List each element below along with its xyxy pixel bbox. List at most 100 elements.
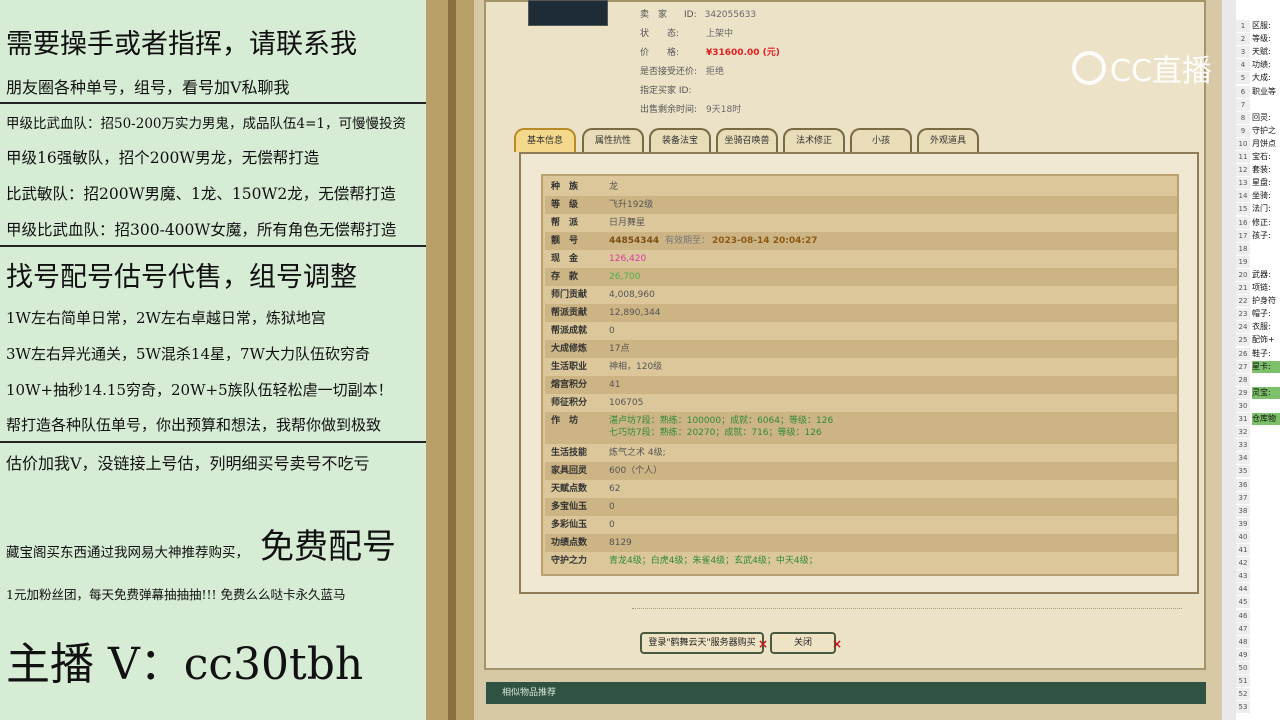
sheet-row-number[interactable]: 27 <box>1236 360 1250 373</box>
sheet-row-number[interactable]: 31 <box>1236 413 1250 425</box>
sheet-row-number[interactable]: 50 <box>1236 661 1250 674</box>
sheet-row-number[interactable]: 11 <box>1236 151 1250 163</box>
sheet-row-number[interactable]: 2 <box>1236 33 1250 46</box>
sheet-cell[interactable] <box>1252 492 1280 504</box>
sheet-row-number[interactable]: 46 <box>1236 609 1250 622</box>
sheet-cell[interactable] <box>1252 662 1280 674</box>
sheet-cell[interactable]: 帽子: <box>1252 308 1280 320</box>
sheet-cell[interactable] <box>1252 557 1280 569</box>
sheet-cell[interactable]: 项链: <box>1252 282 1280 294</box>
sheet-row-number[interactable]: 16 <box>1236 216 1250 229</box>
tab-basic-info[interactable]: 基本信息 <box>514 128 576 152</box>
sheet-cell[interactable] <box>1252 505 1280 517</box>
sheet-row-number[interactable]: 8 <box>1236 111 1250 124</box>
sheet-row-number[interactable]: 30 <box>1236 399 1250 412</box>
sheet-cell[interactable] <box>1252 518 1280 530</box>
sheet-row-number[interactable]: 52 <box>1236 688 1250 701</box>
sheet-row-number[interactable]: 44 <box>1236 583 1250 596</box>
sheet-cell[interactable] <box>1252 374 1280 386</box>
sheet-cell[interactable] <box>1252 452 1280 464</box>
sheet-row-number[interactable]: 5 <box>1236 72 1250 85</box>
sheet-cell[interactable] <box>1252 439 1280 451</box>
sheet-cell[interactable] <box>1252 596 1280 608</box>
sheet-row-number[interactable]: 20 <box>1236 268 1250 281</box>
sheet-cell[interactable] <box>1252 256 1280 268</box>
sheet-cell[interactable]: 仓库物 <box>1252 413 1280 425</box>
sheet-cell[interactable]: 配饰+ <box>1252 334 1280 346</box>
sheet-row-number[interactable]: 51 <box>1236 675 1250 687</box>
sheet-cell[interactable]: 天赋: <box>1252 46 1280 58</box>
sheet-cell[interactable] <box>1252 675 1280 687</box>
sheet-cell[interactable]: 坐骑: <box>1252 190 1280 202</box>
sheet-row-number[interactable]: 19 <box>1236 255 1250 268</box>
sheet-cell[interactable] <box>1252 99 1280 111</box>
sheet-row-number[interactable]: 41 <box>1236 544 1250 556</box>
sheet-cell[interactable] <box>1252 531 1280 543</box>
tab-attributes[interactable]: 属性抗性 <box>582 128 644 152</box>
sheet-cell[interactable]: 回灵: <box>1252 112 1280 124</box>
sheet-row-number[interactable]: 6 <box>1236 85 1250 98</box>
sheet-row-number[interactable]: 39 <box>1236 517 1250 530</box>
sheet-cell[interactable]: 月饼点 <box>1252 138 1280 150</box>
tab-children[interactable]: 小孩 <box>850 128 912 152</box>
sheet-row-number[interactable]: 23 <box>1236 308 1250 321</box>
sheet-cell[interactable]: 功绩: <box>1252 59 1280 71</box>
sheet-cell[interactable] <box>1252 544 1280 556</box>
sheet-cell[interactable]: 孩子: <box>1252 230 1280 242</box>
sheet-row-number[interactable]: 33 <box>1236 439 1250 452</box>
sheet-cell[interactable]: 灵宝: <box>1252 386 1280 399</box>
sheet-row-number[interactable]: 13 <box>1236 177 1250 190</box>
sheet-cell[interactable] <box>1252 570 1280 582</box>
sheet-cell[interactable] <box>1252 583 1280 595</box>
sheet-row-number[interactable]: 18 <box>1236 242 1250 255</box>
sheet-cell[interactable] <box>1252 465 1280 477</box>
sheet-cell[interactable]: 大成: <box>1252 72 1280 84</box>
sheet-row-number[interactable]: 14 <box>1236 190 1250 203</box>
sheet-cell[interactable] <box>1252 688 1280 700</box>
sheet-cell[interactable]: 套装: <box>1252 164 1280 176</box>
tab-equipment[interactable]: 装备法宝 <box>649 128 711 152</box>
sheet-row-number[interactable]: 17 <box>1236 229 1250 242</box>
sheet-row-number[interactable]: 29 <box>1236 386 1250 399</box>
close-button[interactable]: 关闭 <box>770 632 836 654</box>
sheet-row-number[interactable]: 38 <box>1236 504 1250 517</box>
sheet-row-number[interactable]: 45 <box>1236 596 1250 609</box>
sheet-row-number[interactable]: 47 <box>1236 622 1250 635</box>
sheet-row-number[interactable]: 10 <box>1236 137 1250 150</box>
sheet-row-number[interactable]: 48 <box>1236 635 1250 648</box>
sheet-row-number[interactable]: 34 <box>1236 452 1250 465</box>
sheet-cell[interactable]: 星卡: <box>1252 360 1280 373</box>
sheet-row-number[interactable]: 35 <box>1236 465 1250 478</box>
sheet-row-number[interactable]: 22 <box>1236 295 1250 308</box>
sheet-cell[interactable]: 武器: <box>1252 269 1280 281</box>
sheet-cell[interactable]: 护身符 <box>1252 295 1280 307</box>
sheet-row-number[interactable]: 12 <box>1236 164 1250 177</box>
sheet-row-number[interactable]: 1 <box>1236 20 1250 32</box>
sheet-cell[interactable]: 职业等 <box>1252 86 1280 98</box>
sheet-cell[interactable]: 守护之 <box>1252 125 1280 137</box>
sheet-row-number[interactable]: 15 <box>1236 203 1250 216</box>
sheet-cell[interactable] <box>1252 649 1280 661</box>
sheet-row-number[interactable]: 25 <box>1236 334 1250 347</box>
sheet-row-number[interactable]: 43 <box>1236 570 1250 583</box>
sheet-cell[interactable]: 等级: <box>1252 33 1280 45</box>
tab-spell-mods[interactable]: 法术修正 <box>783 128 845 152</box>
sheet-row-number[interactable]: 49 <box>1236 648 1250 661</box>
sheet-cell[interactable]: 法门: <box>1252 203 1280 215</box>
sheet-row-number[interactable]: 28 <box>1236 373 1250 386</box>
sheet-cell[interactable]: 修正: <box>1252 217 1280 229</box>
sheet-cell[interactable] <box>1252 623 1280 635</box>
sheet-row-number[interactable]: 21 <box>1236 282 1250 294</box>
sheet-row-number[interactable]: 9 <box>1236 124 1250 137</box>
sheet-cell[interactable]: 衣服: <box>1252 321 1280 333</box>
sheet-cell[interactable]: 星盘: <box>1252 177 1280 189</box>
tab-mounts-pets[interactable]: 坐骑召唤兽 <box>716 128 778 152</box>
sheet-row-number[interactable]: 42 <box>1236 557 1250 570</box>
sheet-cell[interactable] <box>1252 243 1280 255</box>
sheet-cell[interactable]: 区服: <box>1252 20 1280 32</box>
sheet-row-number[interactable]: 3 <box>1236 46 1250 59</box>
sheet-row-number[interactable]: 40 <box>1236 530 1250 543</box>
tab-appearance[interactable]: 外观道具 <box>917 128 979 152</box>
sheet-cell[interactable] <box>1252 636 1280 648</box>
sheet-cell[interactable] <box>1252 701 1280 713</box>
